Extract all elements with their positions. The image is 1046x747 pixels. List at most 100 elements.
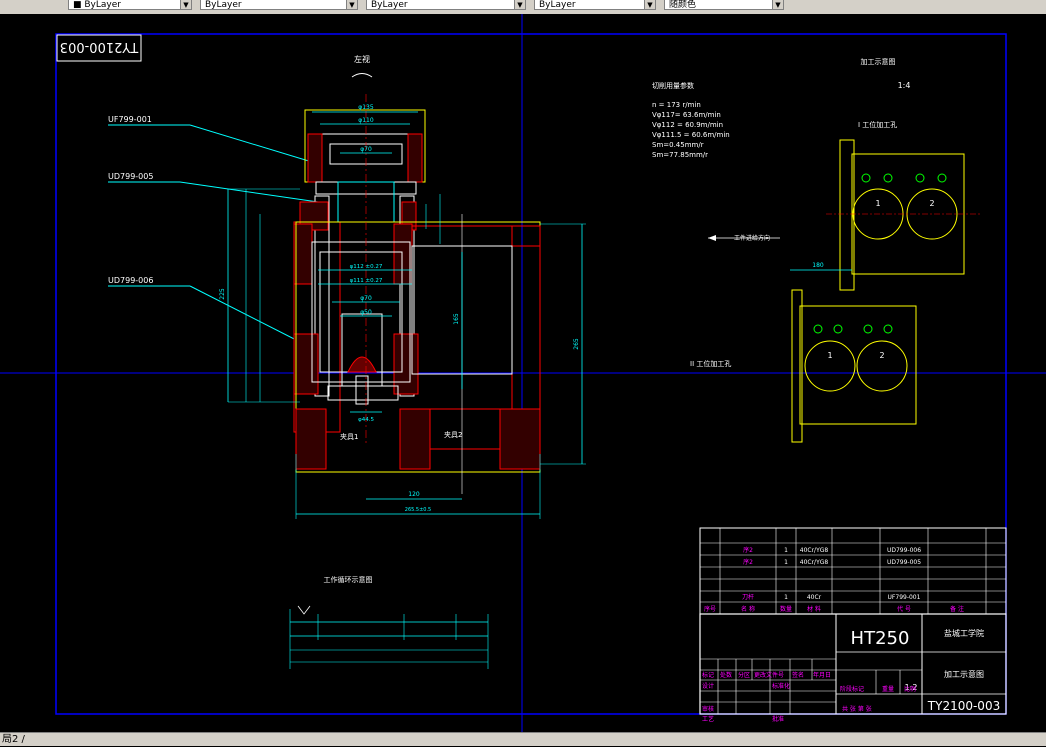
svg-text:UD799-005: UD799-005: [887, 559, 921, 566]
station-1-diagram: 1 2: [826, 139, 980, 291]
svg-text:阶段标记: 阶段标记: [840, 685, 864, 693]
svg-text:φ44.5: φ44.5: [358, 417, 374, 423]
station-2-label: II 工位加工孔: [690, 359, 731, 368]
part-label-3: UD799-006: [108, 276, 153, 285]
part-label-2: UD799-005: [108, 172, 153, 181]
svg-text:代 号: 代 号: [897, 605, 911, 613]
svg-text:序2: 序2: [743, 546, 753, 554]
svg-text:φ111 ±0.27: φ111 ±0.27: [350, 278, 383, 284]
cut-param: Vφ112 = 60.9m/min: [652, 121, 723, 129]
work-cycle-diagram: 工作循环示意图: [289, 575, 489, 669]
station-2-diagram: 1 2 180: [790, 262, 917, 443]
svg-text:1: 1: [784, 594, 788, 601]
svg-text:刀杆: 刀杆: [742, 593, 754, 601]
svg-text:年月日: 年月日: [813, 671, 831, 679]
svg-text:分区: 分区: [738, 671, 750, 679]
svg-text:处数: 处数: [720, 671, 732, 679]
leader-2b: [179, 181, 319, 203]
svg-text:TY2100-003: TY2100-003: [927, 699, 1000, 713]
part-label-1: UF799-001: [108, 115, 152, 124]
svg-text:重量: 重量: [882, 685, 894, 693]
cad-drawing[interactable]: TY2100-003 左视 UF799-001 UD799-005 UD799-…: [0, 14, 1046, 732]
svg-text:2: 2: [879, 351, 884, 360]
view-label: 左视: [354, 54, 370, 64]
svg-text:165: 165: [453, 313, 460, 325]
process-title: 加工示意图: [861, 57, 896, 66]
bom-rows: 序2 1 40Cr/YG8 UD799-006 序2 1 40Cr/YG8 UD…: [742, 546, 921, 601]
cut-param: Sm=0.45mm/r: [652, 141, 704, 149]
svg-text:更改文件号: 更改文件号: [754, 671, 784, 679]
lineweight-combo[interactable]: ByLayer ▼: [534, 0, 656, 10]
drawing-frame: [55, 33, 1007, 715]
svg-text:标记: 标记: [702, 671, 714, 679]
chevron-down-icon[interactable]: ▼: [644, 0, 655, 9]
svg-text:225: 225: [219, 288, 226, 300]
stamp-text: TY2100-003: [60, 39, 139, 54]
svg-text:φ112 ±0.27: φ112 ±0.27: [350, 264, 383, 270]
svg-text:180: 180: [812, 262, 824, 269]
svg-text:序号: 序号: [704, 605, 716, 613]
svg-text:审核: 审核: [702, 705, 714, 713]
svg-text:φ135: φ135: [358, 104, 374, 111]
view-arrow: [351, 73, 373, 78]
main-section-view: [293, 94, 541, 494]
svg-text:φ110: φ110: [358, 117, 374, 124]
title-block-labels: 标记 处数 分区 更改文件号 签名 年月日 设计 标准化 审核 工艺 批准 阶段…: [702, 671, 916, 723]
svg-text:2: 2: [929, 199, 934, 208]
cut-params-title: 切削用量参数: [652, 81, 694, 90]
layout-tabs-bar: 局2 /: [0, 732, 1046, 746]
layer-combo[interactable]: ■ ByLayer ▼: [68, 0, 192, 10]
svg-text:1: 1: [827, 351, 832, 360]
svg-text:加工示意图: 加工示意图: [944, 669, 984, 679]
svg-text:数量: 数量: [780, 605, 792, 613]
svg-text:φ70: φ70: [360, 146, 372, 153]
fixture-label-2: 夹具2: [444, 430, 462, 439]
cut-param: Vφ117= 63.6m/min: [652, 111, 721, 119]
linetype-combo[interactable]: ByLayer ▼: [366, 0, 526, 10]
title-block-text: HT250 盐城工学院 加工示意图 TY2100-003 1:2: [851, 628, 1001, 713]
chevron-down-icon[interactable]: ▼: [514, 0, 525, 9]
svg-text:265: 265: [573, 338, 580, 350]
chevron-down-icon[interactable]: ▼: [772, 0, 783, 9]
color-combo[interactable]: ByLayer ▼: [200, 0, 358, 10]
svg-text:1: 1: [784, 559, 788, 566]
svg-text:名 称: 名 称: [741, 605, 755, 613]
leader-1b: [189, 124, 313, 163]
svg-text:工艺: 工艺: [702, 715, 714, 723]
bom-header: 序号 名 称 数量 材 料 代 号 备 注: [704, 605, 964, 613]
leader-3b: [189, 285, 309, 347]
fixture-label-1: 夹具1: [340, 432, 358, 441]
svg-text:120: 120: [408, 491, 420, 498]
scale-note: 1:4: [898, 81, 911, 90]
svg-text:工作循环示意图: 工作循环示意图: [324, 575, 373, 584]
svg-text:标准化: 标准化: [772, 682, 790, 690]
drawing-canvas[interactable]: TY2100-003 左视 UF799-001 UD799-005 UD799-…: [0, 14, 1046, 732]
svg-text:265.5±0.5: 265.5±0.5: [405, 507, 431, 513]
svg-text:φ70: φ70: [360, 295, 372, 302]
svg-text:设计: 设计: [702, 682, 714, 690]
plotstyle-combo[interactable]: 随颜色 ▼: [664, 0, 784, 10]
cut-param: Sm=77.85mm/r: [652, 151, 708, 159]
svg-text:40Cr/YG8: 40Cr/YG8: [800, 559, 829, 566]
svg-text:材 料: 材 料: [807, 605, 821, 613]
svg-text:1: 1: [784, 547, 788, 554]
svg-text:备 注: 备 注: [950, 605, 964, 613]
cut-param: Vφ111.5 = 60.6m/min: [652, 131, 730, 139]
svg-text:40Cr/YG8: 40Cr/YG8: [800, 547, 829, 554]
chevron-down-icon[interactable]: ▼: [346, 0, 357, 9]
station-1-label: I 工位加工孔: [858, 120, 897, 129]
svg-text:序2: 序2: [743, 558, 753, 566]
svg-text:40Cr: 40Cr: [807, 594, 822, 601]
cut-param: n = 173 r/min: [652, 101, 701, 109]
svg-text:UF799-001: UF799-001: [888, 594, 921, 601]
chevron-down-icon[interactable]: ▼: [180, 0, 191, 9]
svg-text:比例: 比例: [904, 685, 916, 693]
bom-table: [699, 527, 1007, 615]
svg-text:批准: 批准: [772, 715, 784, 723]
svg-text:1: 1: [875, 199, 880, 208]
svg-text:共 张 第 张: 共 张 第 张: [842, 705, 872, 713]
layout-tab[interactable]: 局2 /: [2, 734, 25, 745]
svg-text:盐城工学院: 盐城工学院: [944, 628, 984, 638]
properties-toolbar: ■ ByLayer ▼ ByLayer ▼ ByLayer ▼ ByLayer ▼ 随颜…: [0, 0, 1046, 15]
svg-text:UD799-006: UD799-006: [887, 547, 921, 554]
